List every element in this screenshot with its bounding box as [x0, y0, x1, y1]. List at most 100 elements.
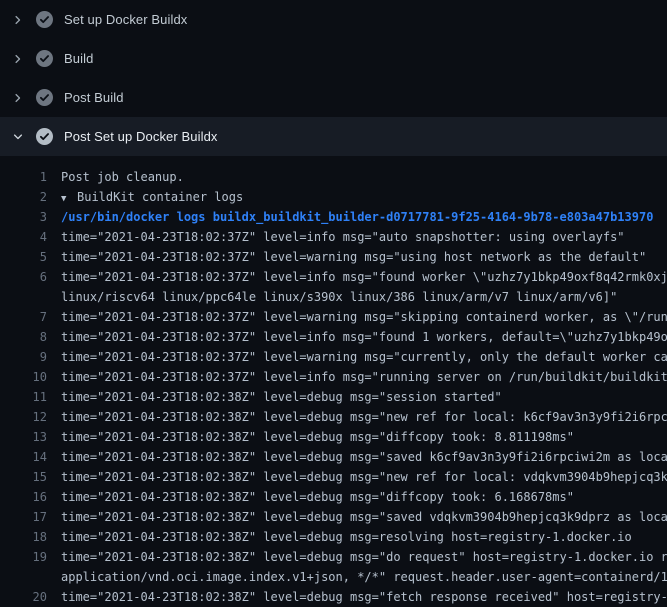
log-line: 10 time="2021-04-23T18:02:37Z" level=info… [0, 367, 667, 387]
log-line-text: application/vnd.oci.image.index.v1+json,… [61, 567, 667, 587]
log-line-text: time="2021-04-23T18:02:38Z" level=debug … [61, 507, 667, 527]
log-line-text: time="2021-04-23T18:02:37Z" level=info m… [61, 367, 667, 387]
log-line: 15 time="2021-04-23T18:02:38Z" level=debu… [0, 467, 667, 487]
log-line-text: time="2021-04-23T18:02:37Z" level=warnin… [61, 347, 667, 367]
log-viewer: 1 Post job cleanup. 2 ▼BuildKit container l… [0, 156, 667, 607]
log-text-content: time="2021-04-23T18:02:37Z" level=warnin… [61, 250, 646, 264]
chevron-down-icon [12, 131, 24, 143]
log-line: 8 time="2021-04-23T18:02:37Z" level=info … [0, 327, 667, 347]
log-line-text: time="2021-04-23T18:02:38Z" level=debug … [61, 387, 502, 407]
step-build[interactable]: Build [0, 39, 667, 78]
log-line-number[interactable]: 9 [0, 347, 47, 367]
log-text-content: time="2021-04-23T18:02:38Z" level=debug … [61, 550, 667, 564]
steps-list: Set up Docker Buildx Build Post Build Post … [0, 0, 667, 156]
log-line-number [0, 567, 47, 587]
log-line: 1 Post job cleanup. [0, 167, 667, 187]
log-line-text: time="2021-04-23T18:02:38Z" level=debug … [61, 587, 667, 607]
log-line-number[interactable]: 16 [0, 487, 47, 507]
log-line: 14 time="2021-04-23T18:02:38Z" level=debu… [0, 447, 667, 467]
step-label: Post Build [64, 90, 124, 105]
log-line: 20 time="2021-04-23T18:02:38Z" level=debu… [0, 587, 667, 607]
step-post-set-up-docker-buildx[interactable]: Post Set up Docker Buildx [0, 117, 667, 156]
log-line-text: Post job cleanup. [61, 167, 184, 187]
log-text-content: time="2021-04-23T18:02:37Z" level=info m… [61, 270, 667, 284]
log-line-number[interactable]: 6 [0, 267, 47, 287]
step-label: Post Set up Docker Buildx [64, 129, 218, 144]
log-line-text: time="2021-04-23T18:02:38Z" level=debug … [61, 527, 632, 547]
log-text-content: application/vnd.oci.image.index.v1+json,… [61, 570, 667, 584]
status-check-icon [36, 89, 53, 106]
log-line: 13 time="2021-04-23T18:02:38Z" level=debu… [0, 427, 667, 447]
log-line-number[interactable]: 15 [0, 467, 47, 487]
log-line-text: time="2021-04-23T18:02:37Z" level=info m… [61, 327, 667, 347]
log-line-number[interactable]: 14 [0, 447, 47, 467]
log-line-text: time="2021-04-23T18:02:38Z" level=debug … [61, 407, 667, 427]
log-text-content: time="2021-04-23T18:02:38Z" level=debug … [61, 470, 667, 484]
log-line-text: ▼BuildKit container logs [61, 187, 243, 207]
log-line-number[interactable]: 17 [0, 507, 47, 527]
status-check-icon [36, 128, 53, 145]
log-line: 18 time="2021-04-23T18:02:38Z" level=debu… [0, 527, 667, 547]
log-line: 11 time="2021-04-23T18:02:38Z" level=debu… [0, 387, 667, 407]
group-collapse-icon[interactable]: ▼ [61, 189, 77, 209]
log-text-content: time="2021-04-23T18:02:37Z" level=warnin… [61, 310, 667, 324]
step-set-up-docker-buildx[interactable]: Set up Docker Buildx [0, 0, 667, 39]
log-line-text: time="2021-04-23T18:02:38Z" level=debug … [61, 467, 667, 487]
log-line-text: time="2021-04-23T18:02:37Z" level=info m… [61, 267, 667, 287]
log-line-number[interactable]: 20 [0, 587, 47, 607]
log-line: linux/riscv64 linux/ppc64le linux/s390x … [0, 287, 667, 307]
log-line-number[interactable]: 10 [0, 367, 47, 387]
log-line: 16 time="2021-04-23T18:02:38Z" level=debu… [0, 487, 667, 507]
log-line-number[interactable]: 12 [0, 407, 47, 427]
log-line: 3/usr/bin/docker logs buildx_buildkit_bu… [0, 207, 667, 227]
log-line: 5 time="2021-04-23T18:02:37Z" level=warni… [0, 247, 667, 267]
log-line: 9 time="2021-04-23T18:02:37Z" level=warni… [0, 347, 667, 367]
log-line-number[interactable]: 7 [0, 307, 47, 327]
log-text-content: time="2021-04-23T18:02:38Z" level=debug … [61, 430, 574, 444]
log-text-content: time="2021-04-23T18:02:38Z" level=debug … [61, 510, 667, 524]
log-text-content: time="2021-04-23T18:02:37Z" level=info m… [61, 230, 625, 244]
log-text-content: time="2021-04-23T18:02:37Z" level=warnin… [61, 350, 667, 364]
chevron-right-icon [12, 14, 24, 26]
status-check-icon [36, 11, 53, 28]
log-line-number[interactable]: 8 [0, 327, 47, 347]
log-line-text: time="2021-04-23T18:02:37Z" level=warnin… [61, 247, 646, 267]
log-line-number[interactable]: 1 [0, 167, 47, 187]
log-line: 12 time="2021-04-23T18:02:38Z" level=debu… [0, 407, 667, 427]
log-command-text: /usr/bin/docker logs buildx_buildkit_bui… [61, 207, 653, 227]
log-line: application/vnd.oci.image.index.v1+json,… [0, 567, 667, 587]
log-line-number[interactable]: 13 [0, 427, 47, 447]
log-text-content: /usr/bin/docker logs buildx_buildkit_bui… [61, 210, 653, 224]
log-text-content: time="2021-04-23T18:02:37Z" level=info m… [61, 330, 667, 344]
log-text-content: linux/riscv64 linux/ppc64le linux/s390x … [61, 290, 617, 304]
step-post-build[interactable]: Post Build [0, 78, 667, 117]
log-text-content: time="2021-04-23T18:02:38Z" level=debug … [61, 490, 574, 504]
log-line: 19 time="2021-04-23T18:02:38Z" level=debu… [0, 547, 667, 567]
log-line-text: time="2021-04-23T18:02:37Z" level=warnin… [61, 307, 667, 327]
log-line-number[interactable]: 19 [0, 547, 47, 567]
log-text-content: time="2021-04-23T18:02:38Z" level=debug … [61, 530, 632, 544]
log-line-text: time="2021-04-23T18:02:38Z" level=debug … [61, 487, 574, 507]
log-line-number[interactable]: 5 [0, 247, 47, 267]
log-line-text: time="2021-04-23T18:02:38Z" level=debug … [61, 427, 574, 447]
log-line-text: time="2021-04-23T18:02:38Z" level=debug … [61, 547, 667, 567]
log-line: 6 time="2021-04-23T18:02:37Z" level=info … [0, 267, 667, 287]
log-line: 4 time="2021-04-23T18:02:37Z" level=info … [0, 227, 667, 247]
log-line: 17 time="2021-04-23T18:02:38Z" level=debu… [0, 507, 667, 527]
chevron-right-icon [12, 53, 24, 65]
log-text-content: time="2021-04-23T18:02:38Z" level=debug … [61, 390, 502, 404]
log-text-content: time="2021-04-23T18:02:38Z" level=debug … [61, 450, 667, 464]
log-line-number[interactable]: 2 [0, 187, 47, 207]
log-text-content: Post job cleanup. [61, 170, 184, 184]
log-line-number[interactable]: 11 [0, 387, 47, 407]
log-line-number[interactable]: 3 [0, 207, 47, 227]
log-line-number[interactable]: 4 [0, 227, 47, 247]
log-line-text: time="2021-04-23T18:02:38Z" level=debug … [61, 447, 667, 467]
status-check-icon [36, 50, 53, 67]
log-text-content: time="2021-04-23T18:02:38Z" level=debug … [61, 410, 667, 424]
log-line-text: linux/riscv64 linux/ppc64le linux/s390x … [61, 287, 617, 307]
log-line-number[interactable]: 18 [0, 527, 47, 547]
log-line-number [0, 287, 47, 307]
log-text-content: time="2021-04-23T18:02:37Z" level=info m… [61, 370, 667, 384]
step-label: Set up Docker Buildx [64, 12, 187, 27]
